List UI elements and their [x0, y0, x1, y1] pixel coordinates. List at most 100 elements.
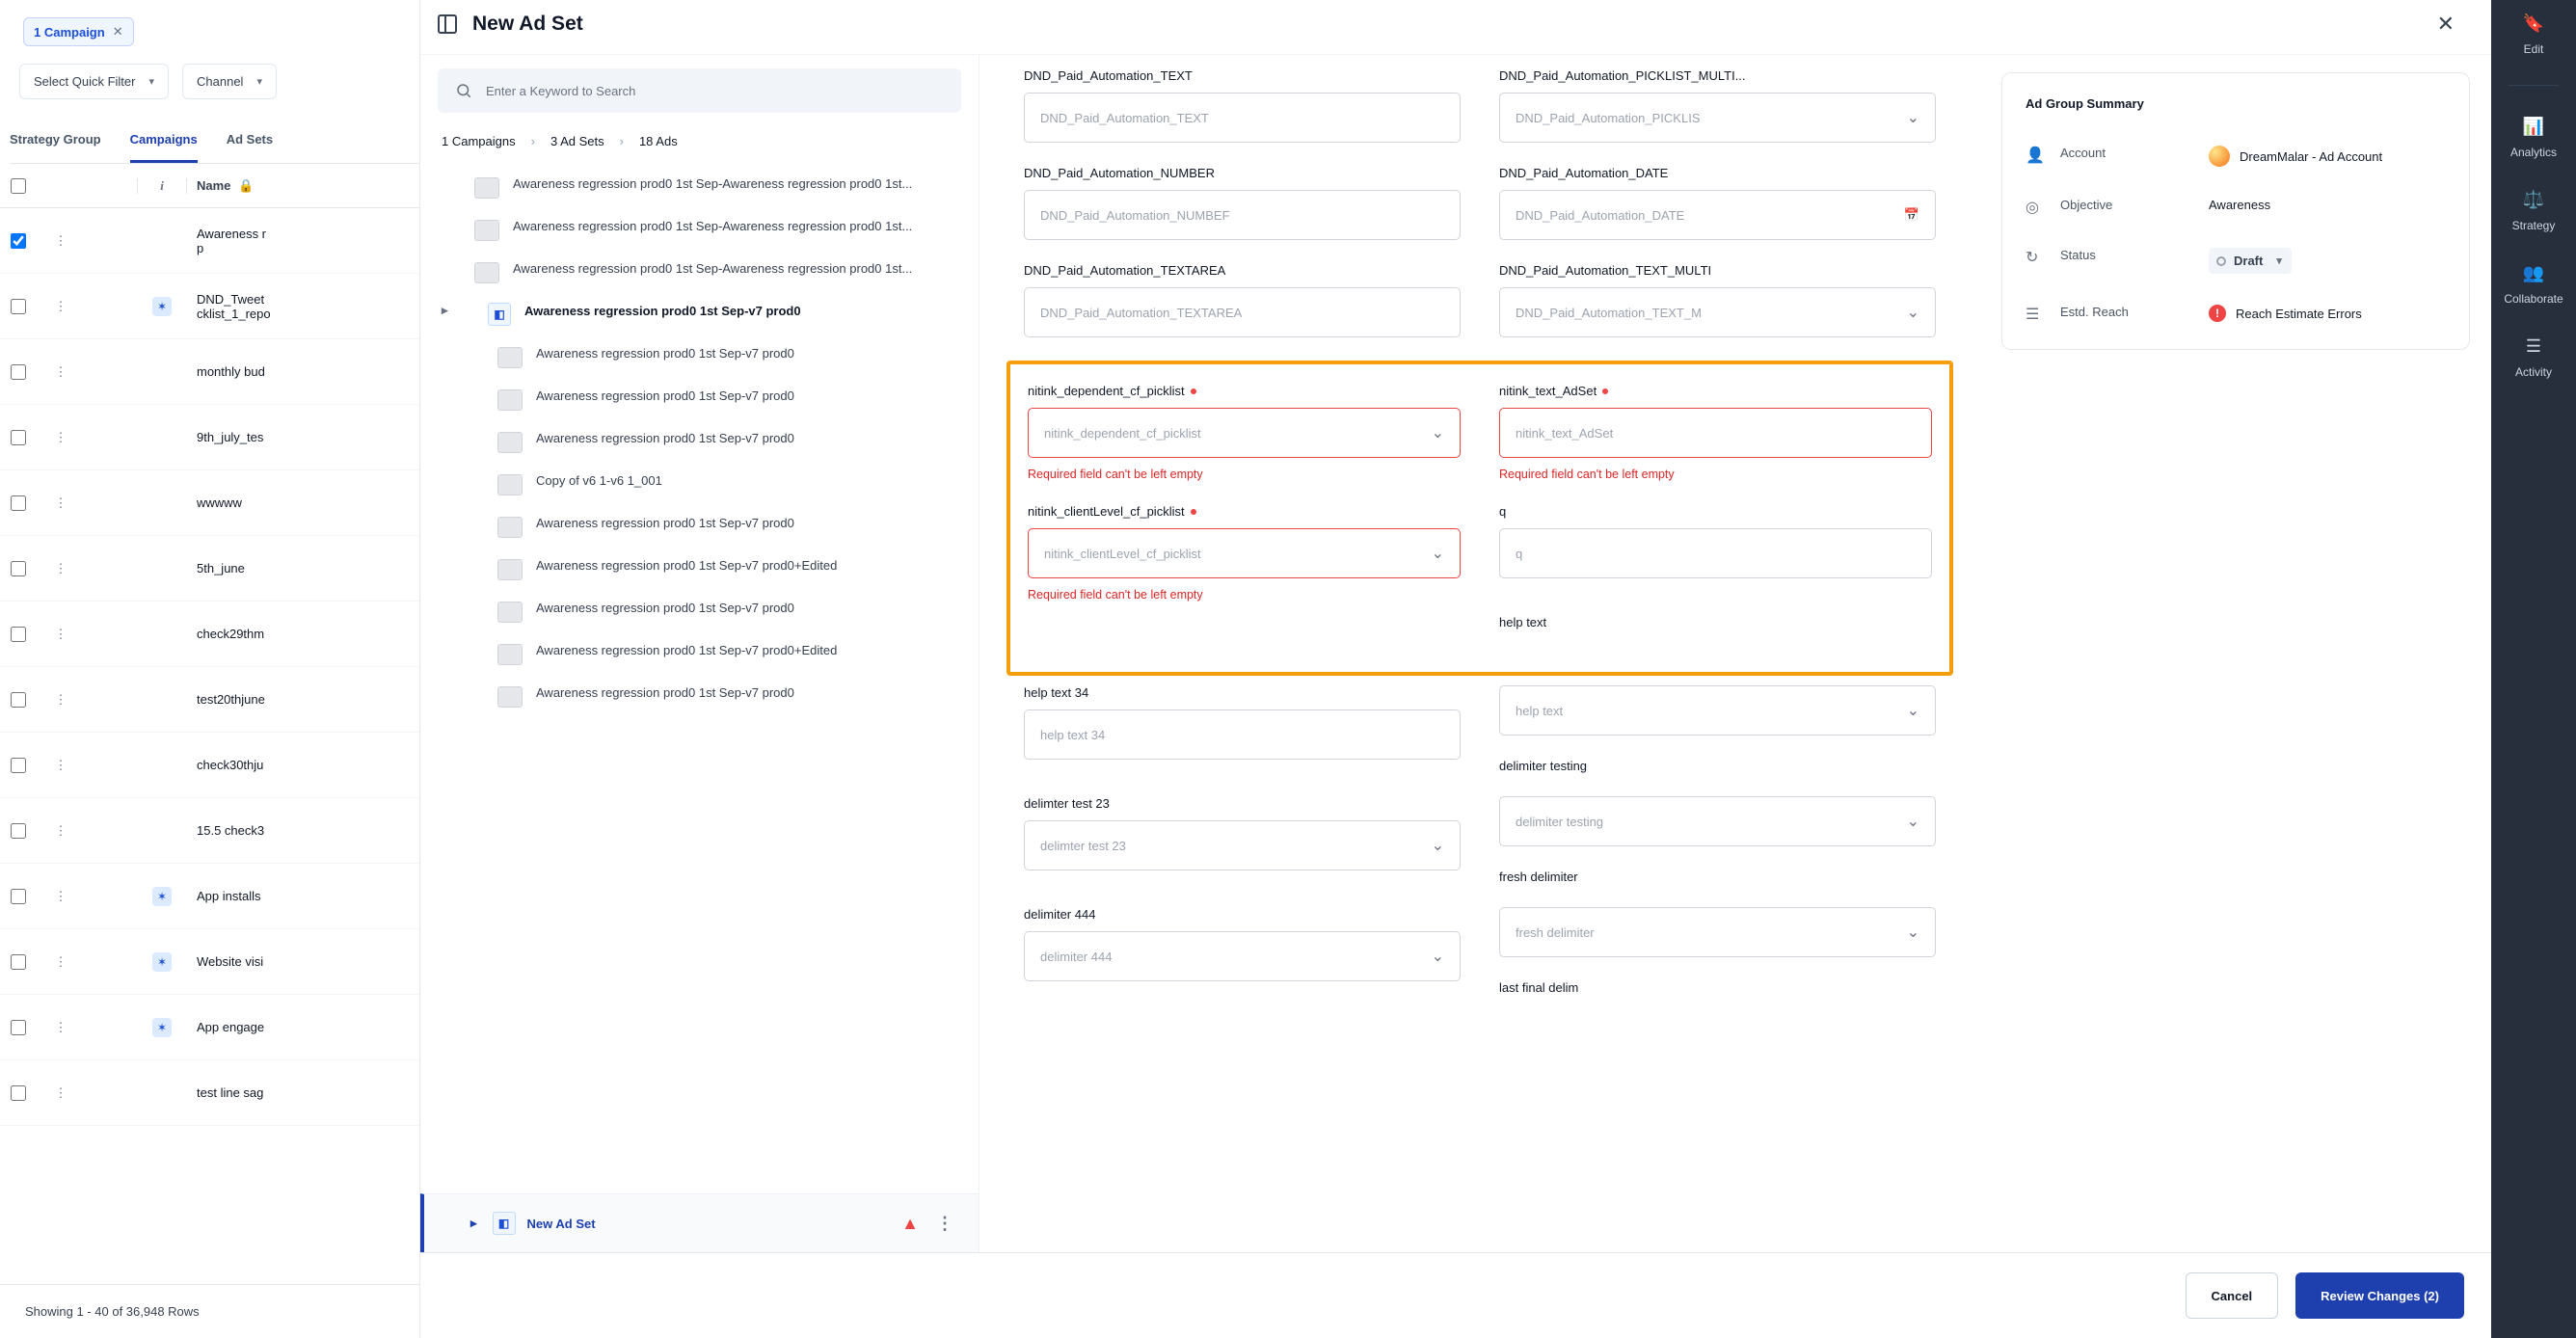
chip-close-icon[interactable]: ✕ [113, 24, 123, 40]
tab-campaigns[interactable]: Campaigns [130, 119, 198, 163]
number-input[interactable]: DND_Paid_Automation_NUMBEF [1024, 190, 1461, 240]
text-adset-input[interactable]: nitink_text_AdSet [1499, 408, 1932, 458]
row-checkbox[interactable] [11, 1020, 26, 1035]
row-menu-icon[interactable]: ⋮ [37, 1085, 85, 1101]
rail-activity[interactable]: ☰ Activity [2515, 334, 2552, 379]
adset-child-item[interactable]: Awareness regression prod0 1st Sep-v7 pr… [420, 590, 979, 632]
rail-edit[interactable]: 🔖 Edit [2522, 12, 2545, 56]
row-checkbox[interactable] [11, 889, 26, 904]
row-checkbox[interactable] [11, 627, 26, 642]
fresh-delim-select[interactable]: fresh delimiter [1499, 907, 1936, 957]
adset-child-item[interactable]: Awareness regression prod0 1st Sep-v7 pr… [420, 420, 979, 463]
help-text-select[interactable]: help text [1499, 685, 1936, 736]
list-item-label: Awareness regression prod0 1st Sep-v7 pr… [536, 642, 837, 660]
row-checkbox[interactable] [11, 758, 26, 773]
text-multi-select[interactable]: DND_Paid_Automation_TEXT_M [1499, 287, 1936, 337]
delimiter-testing-select[interactable]: delimiter testing [1499, 796, 1936, 846]
clientlevel-picklist-select[interactable]: nitink_clientLevel_cf_picklist [1028, 528, 1461, 578]
row-menu-icon[interactable]: ⋮ [37, 627, 85, 642]
textarea-label: DND_Paid_Automation_TEXTAREA [1024, 263, 1461, 278]
dependent-picklist-select[interactable]: nitink_dependent_cf_picklist [1028, 408, 1461, 458]
row-checkbox[interactable] [11, 692, 26, 708]
row-menu-icon[interactable]: ⋮ [37, 430, 85, 445]
layout-icon[interactable] [438, 14, 457, 34]
adset-child-item[interactable]: Awareness regression prod0 1st Sep-v7 pr… [420, 675, 979, 717]
row-menu-icon[interactable]: ⋮ [37, 954, 85, 970]
row-menu-icon[interactable]: ⋮ [37, 758, 85, 773]
delim23-label: delimter test 23 [1024, 796, 1461, 811]
row-checkbox[interactable] [11, 823, 26, 839]
right-rail: 🔖 Edit 📊 Analytics ⚖️ Strategy 👥 Collabo… [2491, 0, 2576, 1338]
row-menu-icon[interactable]: ⋮ [37, 364, 85, 380]
adset-child-item[interactable]: Awareness regression prod0 1st Sep-v7 pr… [420, 505, 979, 548]
row-checkbox[interactable] [11, 364, 26, 380]
row-checkbox[interactable] [11, 1085, 26, 1101]
close-icon[interactable]: ✕ [2428, 6, 2464, 42]
rail-collaborate-label: Collaborate [2504, 292, 2563, 306]
row-menu-icon[interactable]: ⋮ [37, 889, 85, 904]
campaign-chip[interactable]: 1 Campaign ✕ [23, 17, 134, 46]
channel-dropdown[interactable]: Channel [182, 64, 277, 99]
text-input[interactable]: DND_Paid_Automation_TEXT [1024, 93, 1461, 143]
tab-ad-sets[interactable]: Ad Sets [227, 119, 273, 163]
search-input[interactable]: Enter a Keyword to Search [438, 68, 961, 113]
textarea-input[interactable]: DND_Paid_Automation_TEXTAREA [1024, 287, 1461, 337]
search-icon [455, 82, 472, 99]
row-menu-icon[interactable]: ⋮ [37, 299, 85, 314]
rail-strategy[interactable]: ⚖️ Strategy [2512, 188, 2556, 232]
ad-group-summary-card: Ad Group Summary 👤 Account DreamMalar - … [2001, 72, 2470, 350]
q-input[interactable]: q [1499, 528, 1932, 578]
adset-child-item[interactable]: Awareness regression prod0 1st Sep-v7 pr… [420, 335, 979, 378]
adset-child-item[interactable]: Awareness regression prod0 1st Sep-v7 pr… [420, 378, 979, 420]
crumb-adsets[interactable]: 3 Ad Sets [550, 134, 604, 148]
help34-input[interactable]: help text 34 [1024, 709, 1461, 760]
tag-icon: 🔖 [2522, 12, 2545, 35]
adset-list-item[interactable]: Awareness regression prod0 1st Sep-Aware… [420, 166, 979, 208]
reach-label: Estd. Reach [2060, 305, 2195, 319]
row-menu-icon[interactable]: ⋮ [37, 233, 85, 249]
delim444-select[interactable]: delimiter 444 [1024, 931, 1461, 981]
new-ad-set-row[interactable]: ◧ New Ad Set ▲ ⋮ [420, 1193, 979, 1252]
row-menu-icon[interactable]: ⋮ [37, 692, 85, 708]
adset-child-item[interactable]: Awareness regression prod0 1st Sep-v7 pr… [420, 548, 979, 590]
scale-icon: ⚖️ [2522, 188, 2545, 211]
crumb-ads[interactable]: 18 Ads [639, 134, 678, 148]
rail-analytics[interactable]: 📊 Analytics [2510, 115, 2557, 159]
dependent-picklist-error: Required field can't be left empty [1028, 468, 1461, 481]
row-checkbox[interactable] [11, 954, 26, 970]
cancel-button[interactable]: Cancel [2186, 1272, 2279, 1319]
delim23-select[interactable]: delimter test 23 [1024, 820, 1461, 870]
row-checkbox[interactable] [11, 561, 26, 576]
rail-collaborate[interactable]: 👥 Collaborate [2504, 261, 2563, 306]
date-input[interactable]: DND_Paid_Automation_DATE 📅 [1499, 190, 1936, 240]
row-name: Awareness rp [197, 227, 266, 255]
delimiter-testing-label: delimiter testing [1499, 759, 1936, 773]
adset-child-item[interactable]: Copy of v6 1-v6 1_001 [420, 463, 979, 505]
row-checkbox[interactable] [11, 495, 26, 511]
row-checkbox[interactable] [11, 233, 26, 249]
campaign-chip-label: 1 Campaign [34, 25, 105, 40]
adset-list-item[interactable]: Awareness regression prod0 1st Sep-Aware… [420, 251, 979, 293]
quick-filter-dropdown[interactable]: Select Quick Filter [19, 64, 169, 99]
picklist-multi-select[interactable]: DND_Paid_Automation_PICKLIS [1499, 93, 1936, 143]
row-menu-icon[interactable]: ⋮ [37, 561, 85, 576]
row-menu-icon[interactable]: ⋮ [37, 823, 85, 839]
row-menu-icon[interactable]: ⋮ [37, 495, 85, 511]
adset-list-item-selected[interactable]: ◧Awareness regression prod0 1st Sep-v7 p… [420, 293, 979, 335]
crumb-campaigns[interactable]: 1 Campaigns [442, 134, 516, 148]
review-changes-button[interactable]: Review Changes (2) [2295, 1272, 2464, 1319]
tab-strategy-group[interactable]: Strategy Group [10, 119, 101, 163]
row-menu-icon[interactable]: ⋮ [930, 1214, 959, 1234]
thumb-icon [474, 177, 499, 199]
row-checkbox[interactable] [11, 299, 26, 314]
adset-child-item[interactable]: Awareness regression prod0 1st Sep-v7 pr… [420, 632, 979, 675]
clientlevel-picklist-error: Required field can't be left empty [1028, 588, 1461, 602]
row-menu-icon[interactable]: ⋮ [37, 1020, 85, 1035]
clientlevel-picklist-label: nitink_clientLevel_cf_picklist [1028, 504, 1461, 519]
row-name: 9th_july_tes [197, 430, 263, 444]
row-checkbox[interactable] [11, 430, 26, 445]
select-all-checkbox[interactable] [11, 178, 26, 194]
required-fields-highlight: nitink_dependent_cf_picklist nitink_depe… [1006, 361, 1953, 676]
status-dropdown[interactable]: Draft [2209, 248, 2292, 274]
adset-list-item[interactable]: Awareness regression prod0 1st Sep-Aware… [420, 208, 979, 251]
